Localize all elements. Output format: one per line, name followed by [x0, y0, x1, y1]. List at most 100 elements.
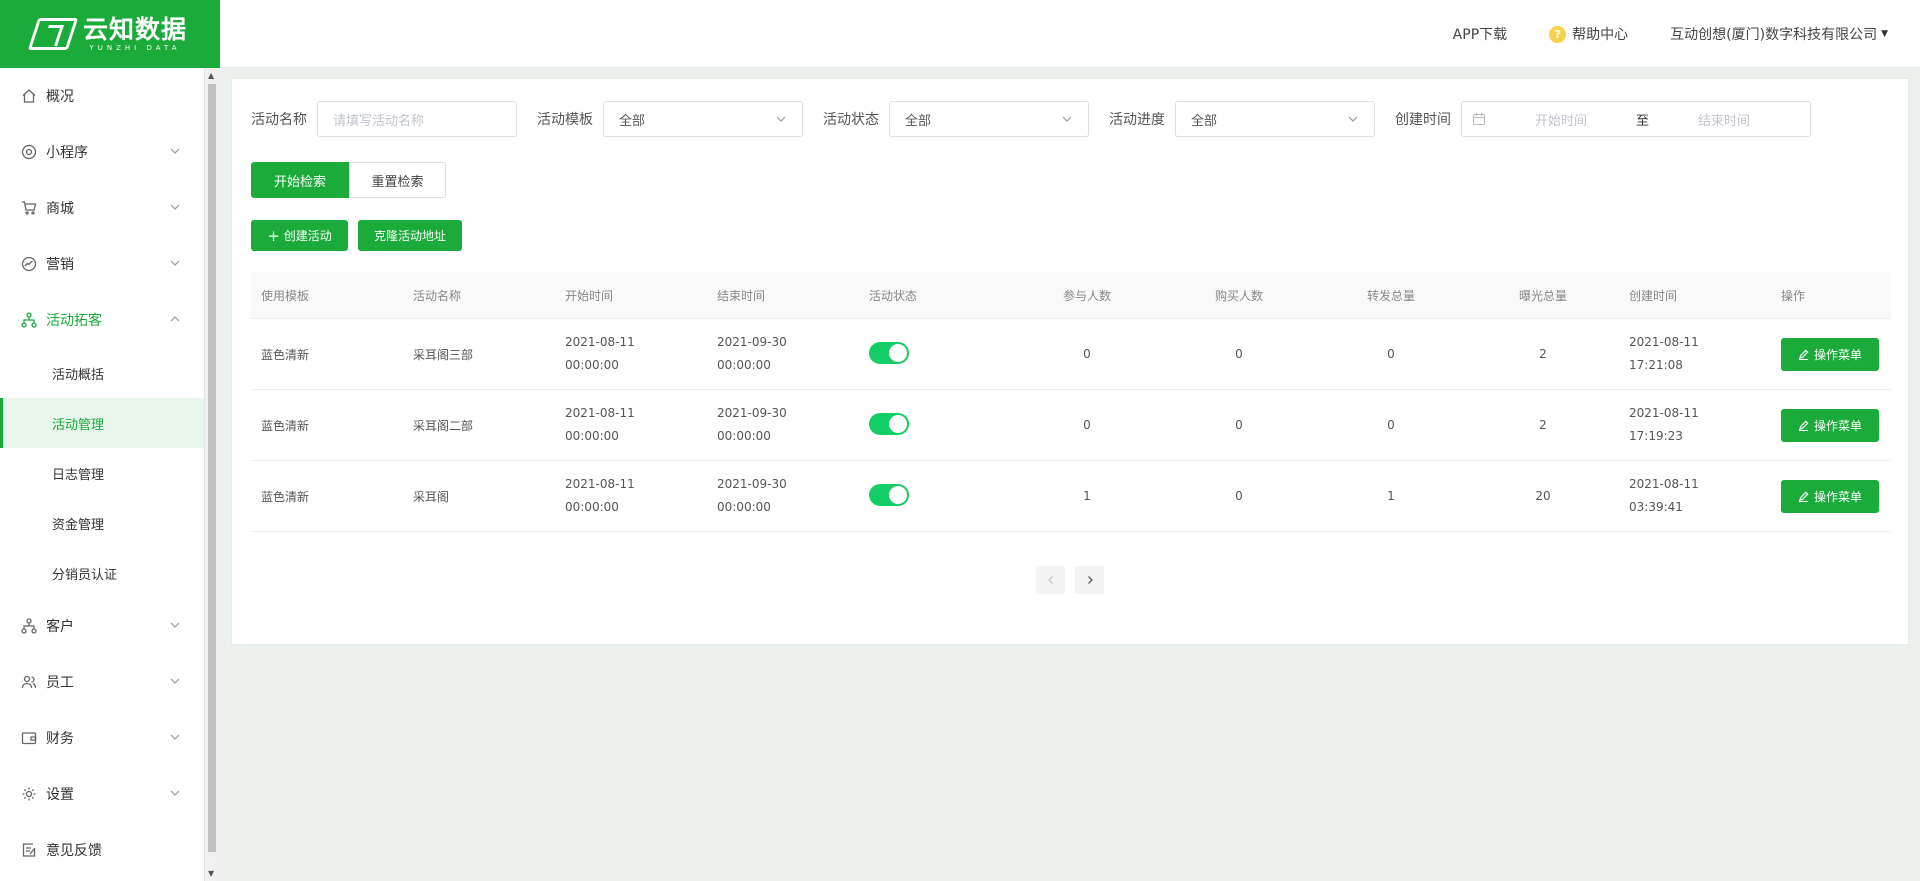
sidebar-item-miniprogram[interactable]: 小程序: [0, 124, 204, 180]
create-activity-button[interactable]: + 创建活动: [251, 220, 348, 251]
app-download-link[interactable]: APP下载: [1453, 24, 1507, 44]
sidebar-subitem-management[interactable]: 活动管理: [0, 398, 204, 448]
sidebar-subitem-overview[interactable]: 活动概括: [0, 348, 204, 398]
table-header: 使用模板 活动名称 开始时间 结束时间 活动状态 参与人数 购买人数 转发总量 …: [251, 272, 1891, 319]
help-center-link[interactable]: ? 帮助中心: [1549, 24, 1628, 44]
top-bar: 云知数据 YUNZHI DATA APP下载 ? 帮助中心 互动创想(厦门)数字…: [0, 0, 1920, 68]
filter-bar: 活动名称 请填写活动名称 活动模板 全部 活动状态 全部 活动进度 全部 创建时…: [251, 101, 1811, 137]
cell-buyers: 0: [1235, 489, 1243, 503]
date-range-picker[interactable]: 开始时间 至 结束时间: [1461, 101, 1811, 137]
sidebar-item-customer[interactable]: 客户: [0, 598, 204, 654]
sidebar-subitem-funds[interactable]: 资金管理: [0, 498, 204, 548]
sidebar-item-label: 概况: [46, 89, 74, 105]
cell-created-time: 2021-08-11 17:19:23: [1629, 406, 1699, 443]
operation-menu-button[interactable]: 操作菜单: [1781, 479, 1879, 513]
status-toggle[interactable]: [869, 483, 909, 506]
sidebar-item-label: 活动拓客: [46, 313, 102, 329]
sidebar-subitem-label: 分销员认证: [52, 567, 118, 583]
column-header: 创建时间: [1629, 288, 1678, 303]
progress-select[interactable]: 全部: [1175, 101, 1375, 137]
marketing-icon: [20, 255, 38, 273]
cell-actions: 操作菜单: [1771, 337, 1891, 371]
edit-icon: [1798, 349, 1809, 360]
sidebar-item-settings[interactable]: 设置: [0, 766, 204, 822]
sidebar-item-staff[interactable]: 员工: [0, 654, 204, 710]
chevron-down-icon: [776, 116, 786, 122]
chevron-down-icon: [170, 148, 180, 154]
logo[interactable]: 云知数据 YUNZHI DATA: [0, 0, 220, 68]
column-header: 参与人数: [1062, 288, 1111, 303]
chevron-down-icon: [170, 260, 180, 266]
sidebar-item-feedback[interactable]: 意见反馈: [0, 822, 204, 878]
scrollbar-thumb[interactable]: [208, 84, 216, 852]
scroll-up-icon[interactable]: ▲: [208, 71, 214, 80]
chevron-down-icon: [1348, 116, 1358, 122]
progress-select-value: 全部: [1191, 113, 1218, 129]
cell-participants: 0: [1083, 418, 1091, 432]
range-separator: 至: [1636, 113, 1650, 129]
help-center-label: 帮助中心: [1572, 27, 1629, 43]
miniprogram-icon: [20, 143, 38, 161]
reset-button[interactable]: 重置检索: [349, 162, 446, 198]
logo-mark-icon: [27, 18, 79, 50]
cell-start-time: 2021-08-11 00:00:00: [565, 406, 635, 443]
column-header: 转发总量: [1366, 288, 1415, 303]
table-row: 蓝色清新 采耳阁二部 2021-08-11 00:00:00 2021-09-30…: [251, 390, 1891, 461]
customer-icon: [20, 617, 38, 635]
pagination: [1036, 566, 1104, 594]
activity-name-label: 活动名称: [251, 112, 307, 128]
cell-name: 采耳阁: [413, 489, 450, 504]
logo-subtitle: YUNZHI DATA: [89, 43, 181, 52]
cell-buyers: 0: [1235, 347, 1243, 361]
sidebar-subitem-label: 日志管理: [52, 467, 105, 483]
sidebar-item-overview[interactable]: 概况: [0, 68, 204, 124]
column-header: 购买人数: [1214, 288, 1263, 303]
search-button[interactable]: 开始检索: [251, 162, 349, 198]
caret-down-icon: ▼: [1881, 29, 1888, 39]
cart-icon: [20, 199, 38, 217]
sidebar-item-mall[interactable]: 商城: [0, 180, 204, 236]
cell-end-time: 2021-09-30 00:00:00: [717, 406, 787, 443]
sidebar-item-label: 营销: [46, 257, 74, 273]
staff-icon: [20, 673, 38, 691]
clone-activity-url-button[interactable]: 克隆活动地址: [358, 220, 462, 251]
cell-exposure: 20: [1535, 489, 1551, 503]
column-header: 活动状态: [869, 288, 918, 303]
activity-name-input[interactable]: 请填写活动名称: [317, 101, 517, 137]
operation-menu-label: 操作菜单: [1813, 418, 1862, 433]
chevron-down-icon: [170, 678, 180, 684]
calendar-icon: [1472, 113, 1486, 126]
sidebar-item-activity[interactable]: 活动拓客: [0, 292, 204, 348]
status-toggle[interactable]: [869, 341, 909, 364]
column-header: 操作: [1781, 288, 1806, 303]
scroll-down-icon[interactable]: ▼: [208, 869, 214, 878]
cell-status: [859, 341, 1011, 367]
activity-table: 使用模板 活动名称 开始时间 结束时间 活动状态 参与人数 购买人数 转发总量 …: [251, 272, 1891, 532]
start-date-input[interactable]: 开始时间: [1486, 110, 1636, 129]
cell-shares: 0: [1387, 418, 1395, 432]
status-select[interactable]: 全部: [889, 101, 1089, 137]
sidebar-scrollbar[interactable]: ▲ ▼: [204, 68, 218, 881]
sidebar-item-marketing[interactable]: 营销: [0, 236, 204, 292]
sidebar-item-label: 员工: [46, 675, 74, 691]
column-header: 使用模板: [261, 288, 310, 303]
status-toggle[interactable]: [869, 412, 909, 435]
cell-template: 蓝色清新: [261, 489, 310, 504]
prev-page-button[interactable]: [1036, 566, 1065, 594]
home-icon: [20, 87, 38, 105]
progress-label: 活动进度: [1109, 112, 1165, 128]
sidebar-subitem-distributor[interactable]: 分销员认证: [0, 548, 204, 598]
sidebar-item-finance[interactable]: 财务: [0, 710, 204, 766]
sidebar-item-label: 意见反馈: [46, 843, 102, 859]
chevron-up-icon: [170, 316, 180, 322]
next-page-button[interactable]: [1075, 566, 1104, 594]
operation-menu-button[interactable]: 操作菜单: [1781, 337, 1879, 371]
company-dropdown[interactable]: 互动创想(厦门)数字科技有限公司 ▼: [1670, 24, 1888, 44]
sidebar-subitem-logs[interactable]: 日志管理: [0, 448, 204, 498]
end-date-input[interactable]: 结束时间: [1649, 110, 1799, 129]
operation-menu-button[interactable]: 操作菜单: [1781, 408, 1879, 442]
column-header: 结束时间: [717, 288, 766, 303]
chevron-down-icon: [170, 734, 180, 740]
top-links: APP下载 ? 帮助中心 互动创想(厦门)数字科技有限公司 ▼: [1453, 0, 1888, 68]
template-select[interactable]: 全部: [603, 101, 803, 137]
